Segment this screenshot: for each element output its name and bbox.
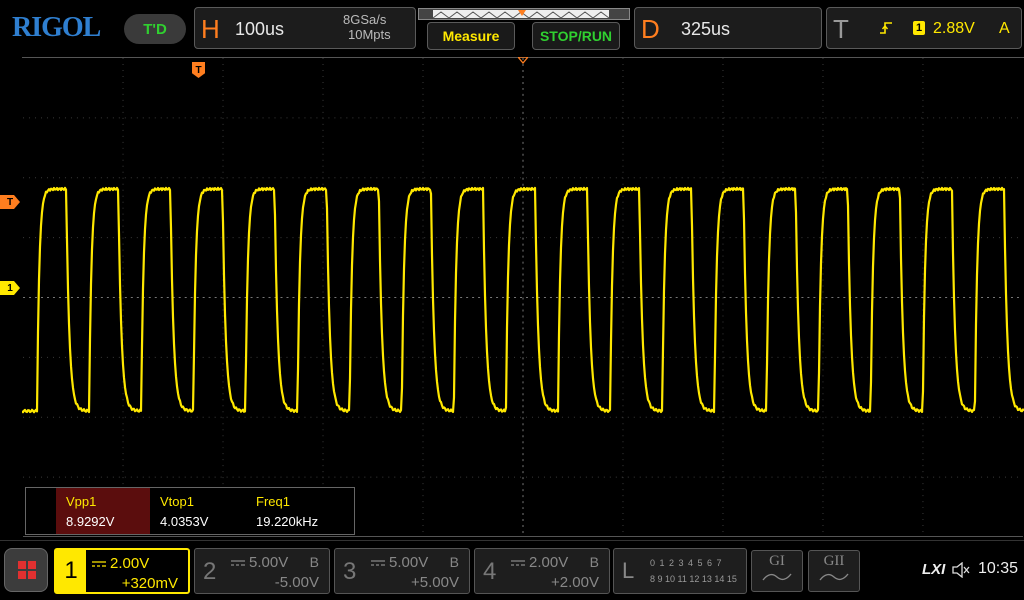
channel1-waveform-area (22, 186, 1024, 414)
rigol-logo: RIGOL (12, 12, 101, 43)
stop-run-button[interactable]: STOP/RUN (532, 22, 620, 50)
delay-value: 325us (681, 19, 731, 39)
sample-rate: 8GSa/s (343, 12, 387, 27)
top-bar: RIGOL T'D H 100us 8GSa/s 10Mpts Measure … (0, 0, 1024, 56)
memory-depth: 10Mpts (348, 27, 391, 42)
channel-2-button[interactable]: 2 5.00V B -5.00V (194, 548, 330, 594)
lxi-logo: LXI (922, 561, 946, 578)
channel1-offset-marker[interactable]: 1 (0, 281, 20, 295)
horizontal-letter: H (201, 14, 220, 44)
delay-letter: D (641, 14, 660, 44)
measurement-vpp[interactable]: Vpp1 8.9292V (56, 488, 150, 534)
measurement-vtop[interactable]: Vtop1 4.0353V (150, 488, 244, 534)
decoder-1-button[interactable]: GI (751, 550, 803, 592)
dc-coupling-icon (511, 560, 525, 566)
memory-position-strip (418, 8, 630, 20)
clock: 10:35 (977, 560, 1018, 577)
rising-edge-icon (880, 22, 892, 34)
speaker-muted-icon[interactable] (952, 562, 970, 578)
menu-grid-icon (18, 561, 36, 579)
trigger-panel[interactable]: T 1 2.88V A (826, 7, 1022, 49)
decoder-2-button[interactable]: GII (808, 550, 860, 592)
decode-wave-icon (762, 573, 792, 581)
center-position-icon (518, 57, 528, 65)
trigger-source-badge: 1 (913, 21, 925, 35)
decode-wave-icon (819, 573, 849, 581)
dc-coupling-icon (371, 560, 385, 566)
dc-coupling-icon (231, 560, 245, 566)
timebase-value: 100us (235, 19, 285, 39)
memory-strip-pattern (432, 10, 610, 19)
channel-1-button[interactable]: 1 2.00V +320mV (54, 548, 190, 594)
measurement-panel[interactable]: Vpp1 8.9292V Vtop1 4.0353V Freq1 19.220k… (25, 487, 355, 535)
channel-4-button[interactable]: 4 2.00V B +2.00V (474, 548, 610, 594)
main-menu-button[interactable] (4, 548, 48, 592)
trigger-level: 2.88V (933, 20, 975, 37)
logic-analyzer-button[interactable]: L 0 1 2 3 4 5 6 7 8 9 10 11 12 13 14 15 (613, 548, 747, 594)
dc-coupling-icon (92, 561, 106, 567)
trigger-status-badge: T'D (124, 14, 186, 44)
trigger-level-marker[interactable]: T (0, 195, 20, 209)
trigger-letter: T (833, 14, 849, 44)
channel-3-button[interactable]: 3 5.00V B +5.00V (334, 548, 470, 594)
channel1-trace (22, 186, 1024, 414)
measurement-freq[interactable]: Freq1 19.220kHz (246, 488, 354, 534)
measure-button[interactable]: Measure (427, 22, 515, 50)
bottom-bar: 1 2.00V +320mV 2 5.00V B -5.00V 3 5.00V … (0, 540, 1024, 600)
trigger-mode: A (999, 20, 1010, 37)
delay-panel[interactable]: D 325us (634, 7, 822, 49)
horizontal-timebase-panel[interactable]: H 100us 8GSa/s 10Mpts (194, 7, 416, 49)
